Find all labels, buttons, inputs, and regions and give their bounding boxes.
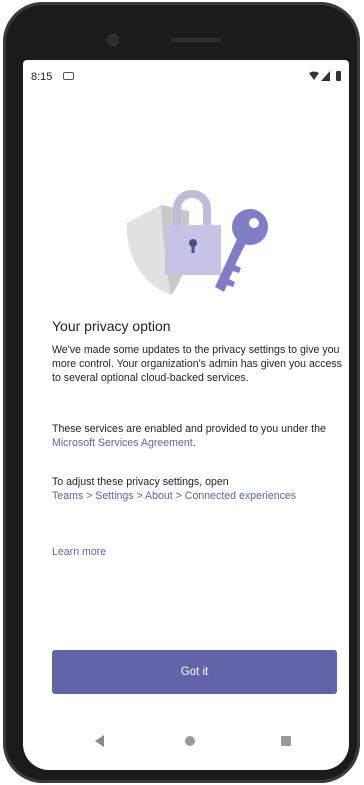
camera-icon <box>107 34 119 46</box>
privacy-description: We've made some updates to the privacy s… <box>52 344 342 384</box>
screen: 8:15 Your privacy option We've made some… <box>23 60 349 770</box>
key-icon <box>215 209 268 292</box>
services-agreement-link[interactable]: Microsoft Services Agreement <box>52 437 193 449</box>
notification-icon <box>63 72 74 80</box>
learn-more-link[interactable]: Learn more <box>52 546 106 558</box>
services-text-end: . <box>192 437 196 449</box>
services-text: These services are enabled and provided … <box>52 423 326 435</box>
home-icon[interactable] <box>185 736 195 746</box>
recents-icon[interactable] <box>281 736 291 746</box>
phone-frame: 8:15 Your privacy option We've made some… <box>3 2 360 783</box>
privacy-illustration <box>126 190 268 295</box>
status-time: 8:15 <box>31 71 53 83</box>
navigation-bar <box>23 714 349 770</box>
adjust-settings-text: To adjust these privacy settings, open <box>52 476 229 488</box>
page-title: Your privacy option <box>52 318 171 334</box>
services-description: These services are enabled and provided … <box>52 422 342 450</box>
signal-icon <box>321 71 330 81</box>
adjust-settings-description: To adjust these privacy settings, open Te… <box>52 475 342 503</box>
padlock-icon <box>165 190 221 275</box>
status-bar: 8:15 <box>23 60 349 92</box>
got-it-button[interactable]: Got it <box>52 650 337 694</box>
earpiece <box>171 38 221 42</box>
back-icon[interactable] <box>95 735 104 747</box>
connected-experiences-link[interactable]: Teams > Settings > About > Connected exp… <box>52 490 296 502</box>
wifi-icon <box>309 71 319 80</box>
battery-icon <box>336 71 341 81</box>
